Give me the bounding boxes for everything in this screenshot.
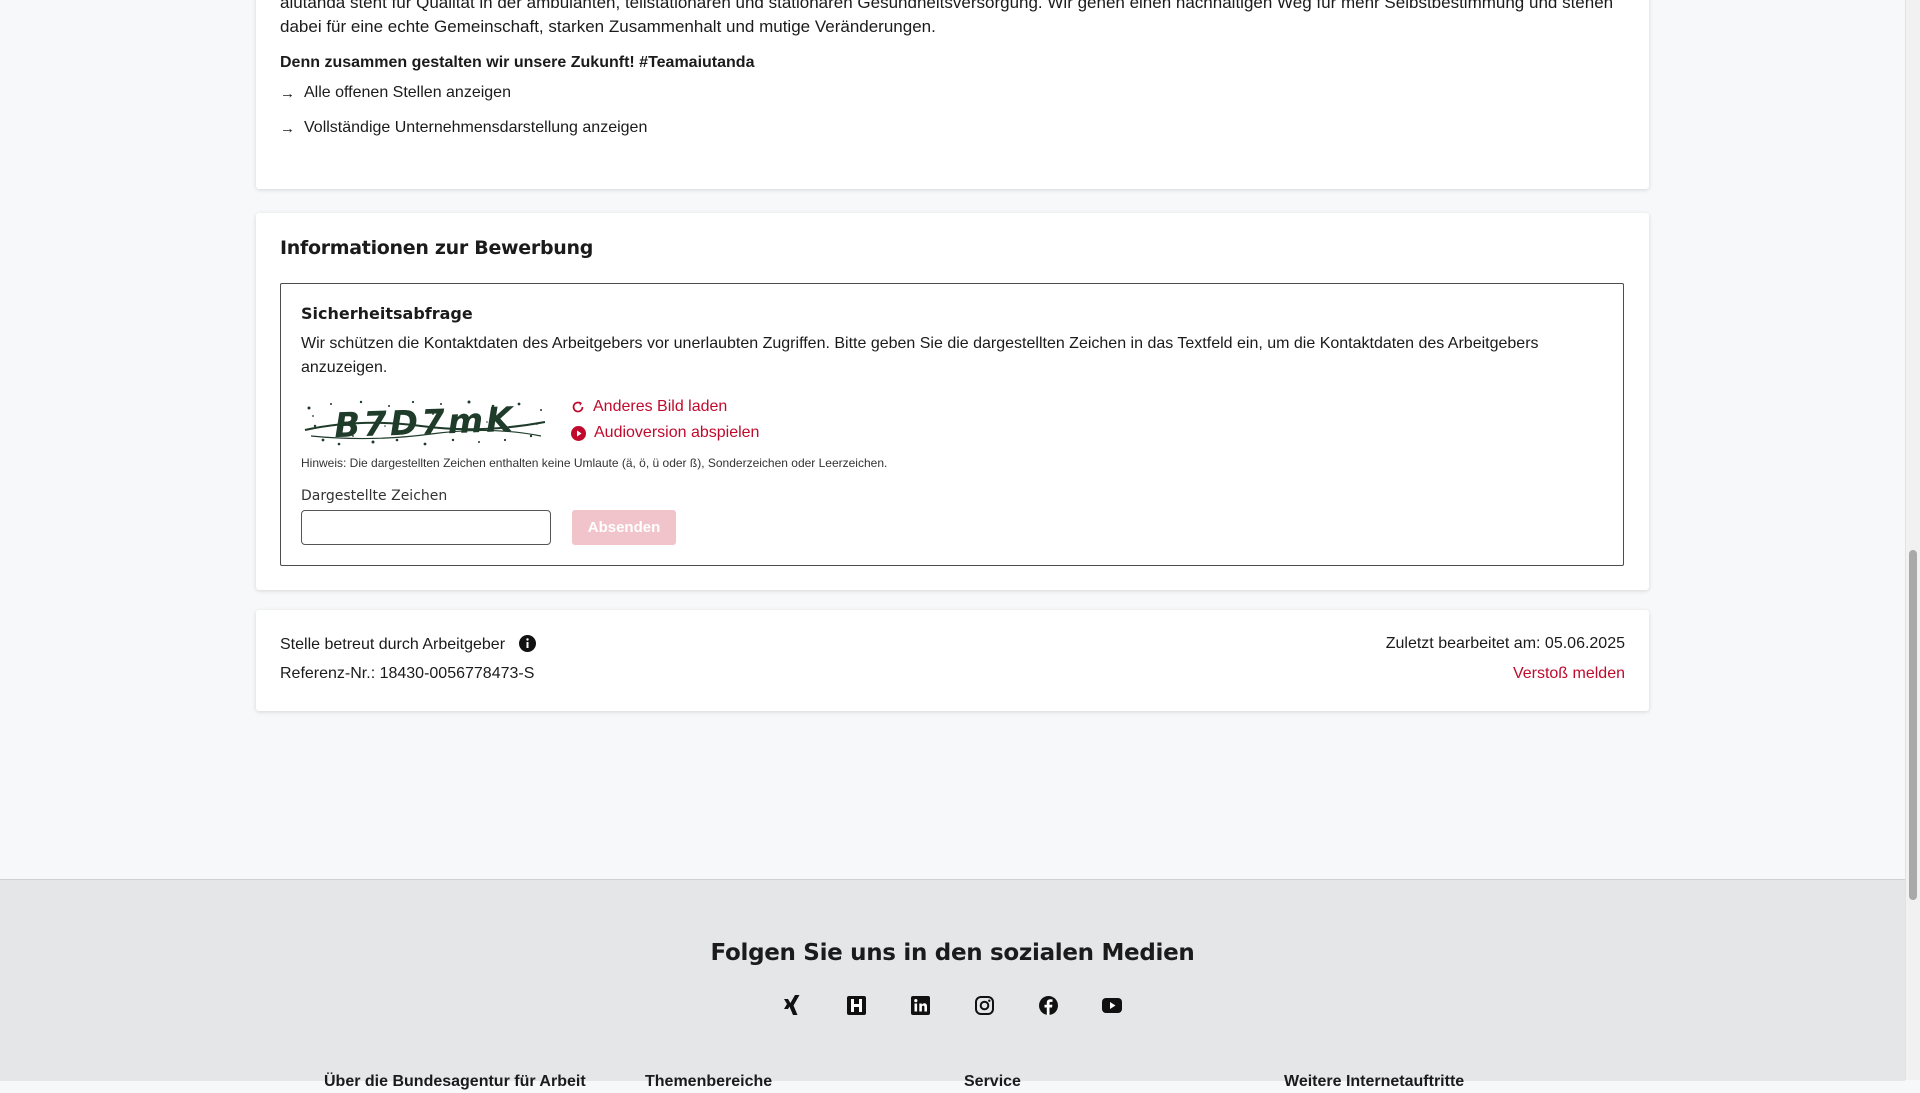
last-edited-date: Zuletzt bearbeitet am: 05.06.2025 — [1385, 635, 1625, 652]
facebook-icon[interactable] — [1038, 995, 1058, 1015]
arrow-right-icon: → — [280, 84, 295, 102]
audio-captcha-button[interactable]: Audioversion abspielen — [571, 424, 759, 442]
captcha-image-text: B7D7mK — [334, 400, 517, 446]
social-icons-row — [782, 995, 1122, 1015]
play-circle-icon — [571, 425, 586, 441]
captcha-input[interactable] — [301, 510, 551, 545]
reference-number: Referenz-Nr.: 18430-0056778473-S — [280, 665, 535, 682]
captcha-image: B7D7mK — [301, 396, 549, 448]
footer-column-title: Service — [964, 1073, 1021, 1090]
submit-button[interactable]: Absenden — [572, 510, 676, 545]
company-card: aiutanda steht für Qualität in der ambul… — [256, 0, 1649, 189]
info-icon[interactable] — [519, 635, 537, 657]
audio-captcha-label: Audioversion abspielen — [594, 424, 760, 441]
company-profile-link-label: Vollständige Unternehmensdarstellung anz… — [304, 119, 648, 136]
captcha-image-graphic: B7D7mK — [301, 396, 549, 448]
company-profile-link[interactable]: → Vollständige Unternehmensdarstellung a… — [280, 119, 647, 137]
application-info-card: Informationen zur Bewerbung Sicherheitsa… — [256, 213, 1649, 590]
xing-icon[interactable] — [782, 995, 802, 1015]
company-slogan: Denn zusammen gestalten wir unsere Zukun… — [280, 54, 755, 71]
reload-captcha-label: Anderes Bild laden — [593, 398, 728, 415]
job-meta-card: Stelle betreut durch Arbeitgeber Referen… — [256, 610, 1649, 711]
youtube-icon[interactable] — [1102, 995, 1122, 1015]
footer-column-title: Weitere Internetauftritte — [1284, 1073, 1465, 1090]
footer-column-title: Über die Bundesagentur für Arbeit — [324, 1073, 586, 1090]
captcha-description: Wir schützen die Kontaktdaten des Arbeit… — [301, 335, 1539, 376]
company-intro-text: aiutanda steht für Qualität in der ambul… — [280, 0, 1614, 36]
section-title: Informationen zur Bewerbung — [280, 237, 594, 259]
all-jobs-link-label: Alle offenen Stellen anzeigen — [304, 84, 511, 101]
footer-column-title: Themenbereiche — [645, 1073, 773, 1090]
captcha-box: Sicherheitsabfrage Wir schützen die Kont… — [280, 283, 1624, 566]
refresh-icon — [572, 401, 584, 413]
kununu-icon[interactable] — [846, 995, 866, 1015]
footer: Folgen Sie uns in den sozialen Medien Üb… — [0, 879, 1905, 1090]
managed-by-row: Stelle betreut durch Arbeitgeber — [280, 635, 537, 657]
social-media-title: Folgen Sie uns in den sozialen Medien — [710, 940, 1195, 966]
page-scrollbar[interactable] — [1905, 0, 1920, 1080]
all-jobs-link[interactable]: → Alle offenen Stellen anzeigen — [280, 84, 511, 102]
linkedin-icon[interactable] — [910, 995, 930, 1015]
arrow-right-icon: → — [280, 119, 295, 137]
managed-by-text: Stelle betreut durch Arbeitgeber — [280, 636, 506, 653]
instagram-icon[interactable] — [974, 995, 994, 1015]
footer-columns: Über die Bundesagentur für Arbeit Themen… — [0, 1073, 1905, 1093]
scrollbar-thumb[interactable] — [1909, 550, 1917, 900]
report-violation-link[interactable]: Verstoß melden — [1513, 665, 1625, 683]
captcha-hint: Hinweis: Die dargestellten Zeichen entha… — [301, 456, 888, 470]
reload-captcha-button[interactable]: Anderes Bild laden — [571, 398, 727, 416]
captcha-title: Sicherheitsabfrage — [301, 304, 473, 323]
captcha-field-label: Dargestellte Zeichen — [301, 488, 448, 504]
